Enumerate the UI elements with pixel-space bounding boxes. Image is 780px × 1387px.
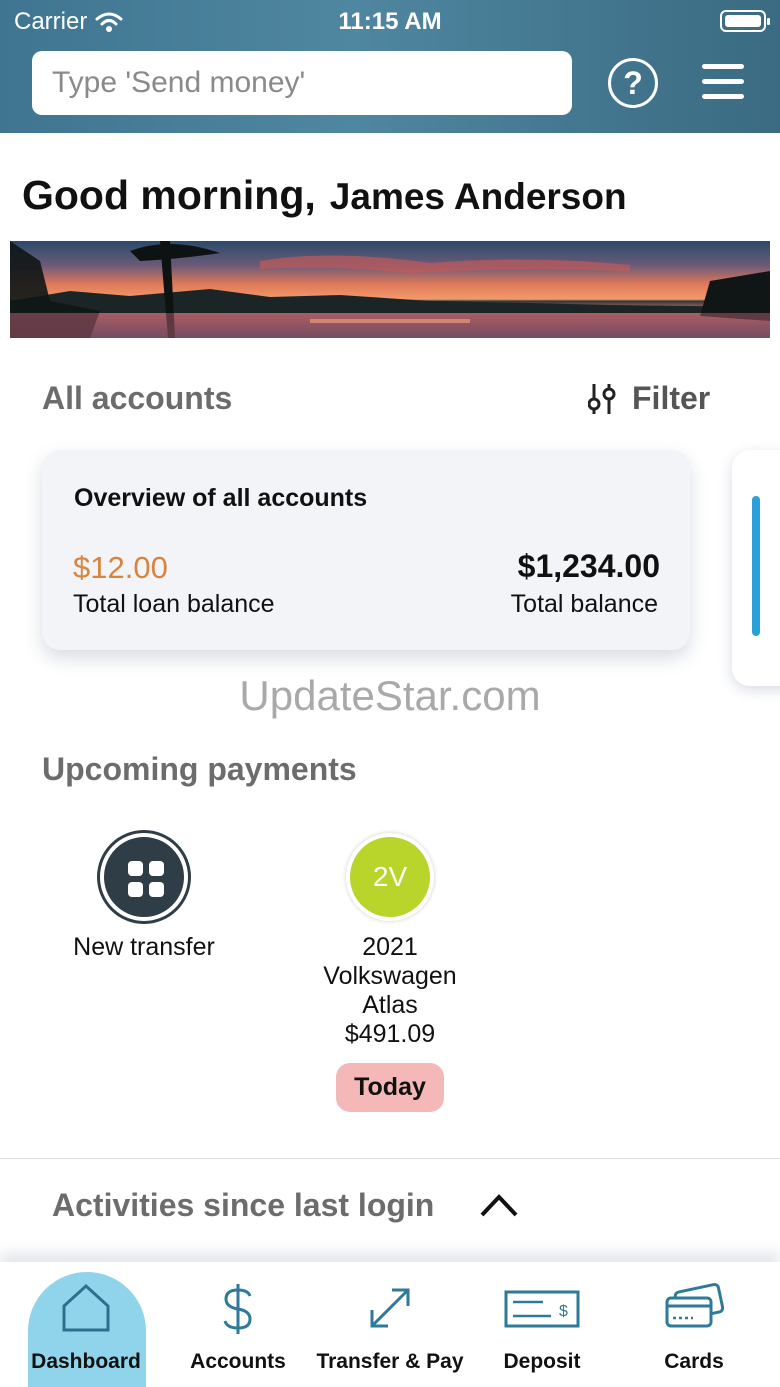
- tab-accounts-label: Accounts: [190, 1350, 286, 1373]
- overview-title: Overview of all accounts: [74, 484, 368, 512]
- battery-icon: [720, 10, 770, 32]
- new-transfer-item[interactable]: New transfer: [44, 833, 244, 962]
- loan-balance-amount: $12.00: [73, 550, 168, 585]
- payee-avatar: 2V: [346, 833, 434, 921]
- upcoming-payments-title: Upcoming payments: [42, 751, 357, 787]
- payment-details: 2021 Volkswagen Atlas $491.09: [290, 933, 490, 1049]
- clock: 11:15 AM: [338, 8, 442, 35]
- app-header: Carrier 11:15 AM ?: [0, 0, 780, 133]
- tab-dashboard[interactable]: Dashboard: [8, 1262, 164, 1387]
- greeting-salutation: Good morning,: [22, 172, 316, 218]
- total-balance-label: Total balance: [510, 590, 658, 618]
- hamburger-menu-icon: [702, 64, 744, 69]
- search-input[interactable]: [32, 51, 572, 115]
- tab-deposit[interactable]: $ Deposit: [464, 1262, 620, 1387]
- filter-label: Filter: [632, 380, 711, 416]
- payment-make: Volkswagen: [323, 962, 457, 990]
- overview-card[interactable]: Overview of all accounts $12.00 Total lo…: [42, 450, 690, 650]
- account-accent-bar: [752, 496, 760, 636]
- tab-accounts[interactable]: Accounts: [160, 1262, 316, 1387]
- dollar-icon: [223, 1284, 252, 1334]
- tab-cards-label: Cards: [664, 1350, 724, 1373]
- grid-icon: [100, 833, 188, 921]
- banner-image: [10, 241, 770, 338]
- tab-transfer-pay[interactable]: Transfer & Pay: [312, 1262, 468, 1387]
- user-name: James Anderson: [329, 176, 627, 217]
- chevron-up-icon[interactable]: [478, 1187, 520, 1221]
- transfer-arrows-icon: [370, 1288, 410, 1328]
- sliders-icon: [588, 383, 616, 414]
- question-circle-icon: ?: [623, 65, 643, 101]
- next-account-card[interactable]: [732, 450, 780, 686]
- activities-section[interactable]: Activities since last login: [0, 1158, 780, 1262]
- menu-button[interactable]: [702, 64, 746, 100]
- payment-amount: $491.09: [344, 1020, 436, 1048]
- total-balance-amount: $1,234.00: [517, 548, 660, 584]
- tab-dashboard-label: Dashboard: [31, 1350, 141, 1373]
- payment-item-vw-atlas[interactable]: 2V 2021 Volkswagen Atlas $491.09 Today: [290, 833, 490, 1112]
- credit-cards-icon: [665, 1282, 725, 1328]
- filter-button[interactable]: Filter: [588, 380, 710, 417]
- new-transfer-label: New transfer: [73, 933, 215, 961]
- home-icon: [62, 1283, 110, 1332]
- tab-transfer-pay-label: Transfer & Pay: [316, 1350, 464, 1373]
- greeting: Good morning, James Anderson: [22, 172, 627, 219]
- payment-model: Atlas: [362, 991, 418, 1019]
- status-bar: Carrier 11:15 AM: [0, 0, 780, 44]
- svg-text:$: $: [559, 1303, 568, 1320]
- help-button[interactable]: ?: [608, 58, 658, 108]
- activities-title: Activities since last login: [52, 1187, 435, 1223]
- due-badge: Today: [336, 1063, 444, 1112]
- check-deposit-icon: $: [504, 1290, 580, 1328]
- tab-deposit-label: Deposit: [503, 1350, 581, 1373]
- tab-cards[interactable]: Cards: [616, 1262, 772, 1387]
- all-accounts-title: All accounts: [42, 380, 233, 416]
- loan-balance-label: Total loan balance: [73, 590, 275, 618]
- payment-year: 2021: [362, 933, 418, 961]
- watermark: UpdateStar.com: [239, 672, 541, 719]
- tab-bar: Dashboard Accounts Transfer & Pay $ Depo…: [0, 1262, 780, 1387]
